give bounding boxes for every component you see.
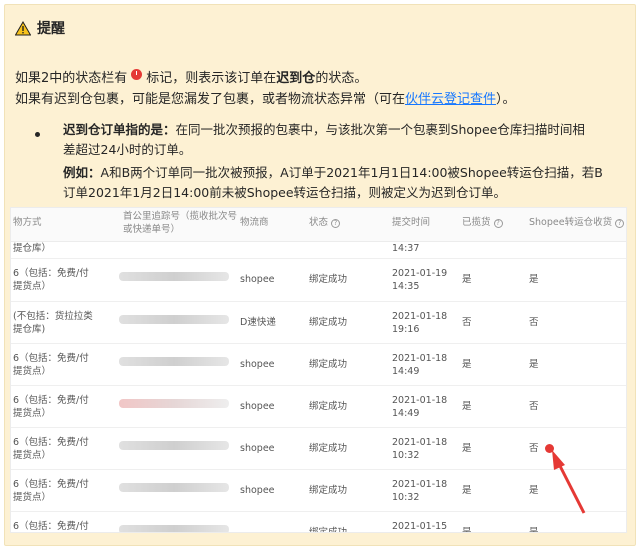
cell-method: 6（包括：免费/付 bbox=[13, 395, 89, 406]
cell-status: 绑定成功 bbox=[309, 527, 348, 533]
table-row: 6（包括：免费/付 提货点） shopee 绑定成功 2021-01-18 10:32 是 是 bbox=[11, 470, 626, 512]
red-exclamation-dot-icon bbox=[131, 69, 143, 80]
table-row: 6（包括：免费/付 提货点） shopee 绑定成功 2021-01-19 14:35 是 是 bbox=[11, 259, 626, 302]
table-row: 6（包括：免费/付绑定成功 2021-01-15 是 是 bbox=[11, 512, 626, 533]
callout-title: 提醒 bbox=[37, 21, 65, 37]
question-circle-icon: ? bbox=[493, 219, 503, 228]
bullet-dot bbox=[35, 132, 40, 137]
header-tracking-1: 首公里追踪号（揽收批次号 bbox=[123, 211, 238, 222]
header-method: 物方式 bbox=[13, 217, 42, 228]
cell-picked: 是 bbox=[462, 443, 472, 454]
paragraph-late-package: 如果有迟到仓包裹，可能是您漏发了包裹，或者物流状态异常（可在伙伴云登记查件）。 bbox=[15, 92, 516, 107]
cell-shopee-received: 是 bbox=[529, 359, 539, 370]
table-row-partial: 提仓库） 14:37 bbox=[11, 242, 626, 259]
cell-method: 6（包括：免费/付 bbox=[13, 437, 89, 448]
cell-carrier: shopee bbox=[240, 274, 275, 285]
cell-date: 2021-01-15 bbox=[392, 521, 448, 532]
redacted-tracking-number bbox=[119, 315, 229, 324]
redacted-tracking-number bbox=[119, 399, 229, 408]
cell-method: 6（包括：免费/付 bbox=[13, 479, 89, 490]
cell-time: 10:32 bbox=[392, 450, 420, 461]
cell-shopee-received: 否 bbox=[529, 443, 539, 454]
cell-shopee-received: 是 bbox=[529, 485, 539, 496]
table-row: (不包括：货拉拉类 提仓库) D速快递 绑定成功 2021-01-18 19:16 否 否 bbox=[11, 302, 626, 344]
redacted-tracking-number bbox=[119, 272, 229, 281]
redacted-tracking-number bbox=[119, 357, 229, 366]
cell-method-sub: 提仓库) bbox=[13, 324, 46, 335]
question-circle-icon: ? bbox=[615, 219, 625, 228]
partner-cloud-link[interactable]: 伙伴云登记查件 bbox=[405, 92, 496, 107]
cell-picked: 是 bbox=[462, 274, 472, 285]
cell-picked: 是 bbox=[462, 485, 472, 496]
cell-carrier: shopee bbox=[240, 401, 275, 412]
cell-method-sub: 提货点） bbox=[13, 281, 52, 292]
cell-picked: 是 bbox=[462, 401, 472, 412]
cell-status: 绑定成功 bbox=[309, 443, 348, 454]
bullet-definition-line-2: 差超过24小时的订单。 bbox=[63, 142, 192, 157]
redacted-tracking-number bbox=[119, 525, 229, 532]
cell-method-sub: 提货点） bbox=[13, 366, 52, 377]
cell-time: 14:35 bbox=[392, 281, 420, 292]
cell-time: 14:49 bbox=[392, 366, 420, 377]
example-line-2: 订单2021年1月2日14:00前未被Shopee转运仓扫描，则被定义为迟到仓订… bbox=[63, 185, 507, 200]
cell-status: 绑定成功 bbox=[309, 317, 348, 328]
cell-carrier: shopee bbox=[240, 359, 275, 370]
header-picked: 已揽货? bbox=[462, 217, 503, 229]
header-submit-time: 提交时间 bbox=[392, 217, 431, 228]
header-carrier: 物流商 bbox=[240, 217, 269, 228]
redacted-tracking-number bbox=[119, 483, 229, 492]
cell-method: (不包括：货拉拉类 bbox=[13, 311, 93, 322]
cell-time: 19:16 bbox=[392, 324, 420, 335]
table-row: 6（包括：免费/付 提货点） shopee 绑定成功 2021-01-18 10:32 是 否 bbox=[11, 428, 626, 470]
redacted-tracking-number bbox=[119, 441, 229, 450]
header-tracking-2: 或快递单号） bbox=[123, 224, 181, 235]
cell-carrier: shopee bbox=[240, 443, 275, 454]
cell-date: 2021-01-18 bbox=[392, 395, 448, 406]
bullet-definition-line-1: 迟到仓订单指的是：在同一批次预报的包裹中，与该批次第一个包裹到Shopee仓库扫… bbox=[63, 122, 585, 137]
cell-status: 绑定成功 bbox=[309, 274, 348, 285]
cell-method-sub: 提货点） bbox=[13, 408, 52, 419]
table-row: 6（包括：免费/付 提货点） shopee 绑定成功 2021-01-18 14:49 是 是 bbox=[11, 344, 626, 386]
cell-method-sub: 提货点） bbox=[13, 492, 52, 503]
question-circle-icon: ? bbox=[331, 219, 341, 228]
order-table-screenshot: 物方式 首公里追踪号（揽收批次号 或快递单号） 物流商 状态? 提交时间 已揽货… bbox=[10, 207, 627, 533]
cell-status: 绑定成功 bbox=[309, 485, 348, 496]
cell-date: 2021-01-18 bbox=[392, 437, 448, 448]
cell-method: 6（包括：免费/付 bbox=[13, 353, 89, 364]
cell-time: 10:32 bbox=[392, 492, 420, 503]
callout-header: 提醒 bbox=[15, 17, 65, 39]
cell-method: 6（包括：免费/付 bbox=[13, 268, 89, 279]
cell-date: 2021-01-19 bbox=[392, 268, 448, 279]
cell-shopee-received: 是 bbox=[529, 274, 539, 285]
cell-date: 2021-01-18 bbox=[392, 353, 448, 364]
cell-picked: 是 bbox=[462, 359, 472, 370]
red-exclamation-dot-icon bbox=[545, 444, 554, 453]
paragraph-flag-meaning: 如果2中的状态栏有 标记，则表示该订单在迟到仓的状态。 bbox=[15, 69, 368, 86]
cell-time: 14:49 bbox=[392, 408, 420, 419]
warning-triangle-icon bbox=[15, 20, 31, 35]
table-row: 6（包括：免费/付 提货点） shopee 绑定成功 2021-01-18 14:49 是 否 bbox=[11, 386, 626, 428]
cell-status: 绑定成功 bbox=[309, 401, 348, 412]
header-shopee-received: Shopee转运仓收货? bbox=[529, 217, 625, 229]
example-line-1: 例如：A和B两个订单同一批次被预报，A订单于2021年1月1日14:00被Sho… bbox=[63, 165, 603, 180]
header-status: 状态? bbox=[309, 217, 341, 229]
cell-status: 绑定成功 bbox=[309, 359, 348, 370]
cell-shopee-received: 是 bbox=[529, 527, 539, 533]
cell-picked: 否 bbox=[462, 317, 472, 328]
cell-method: 6（包括：免费/付 bbox=[13, 521, 89, 532]
cell-method-sub: 提货点） bbox=[13, 450, 52, 461]
cell-shopee-received: 否 bbox=[529, 401, 539, 412]
table-header: 物方式 首公里追踪号（揽收批次号 或快递单号） 物流商 状态? 提交时间 已揽货… bbox=[11, 208, 626, 242]
cell-shopee-received: 否 bbox=[529, 317, 539, 328]
cell-picked: 是 bbox=[462, 527, 472, 533]
cell-carrier: D速快递 bbox=[240, 317, 276, 328]
cell-carrier: shopee bbox=[240, 485, 275, 496]
cell-date: 2021-01-18 bbox=[392, 311, 448, 322]
cell-date: 2021-01-18 bbox=[392, 479, 448, 490]
